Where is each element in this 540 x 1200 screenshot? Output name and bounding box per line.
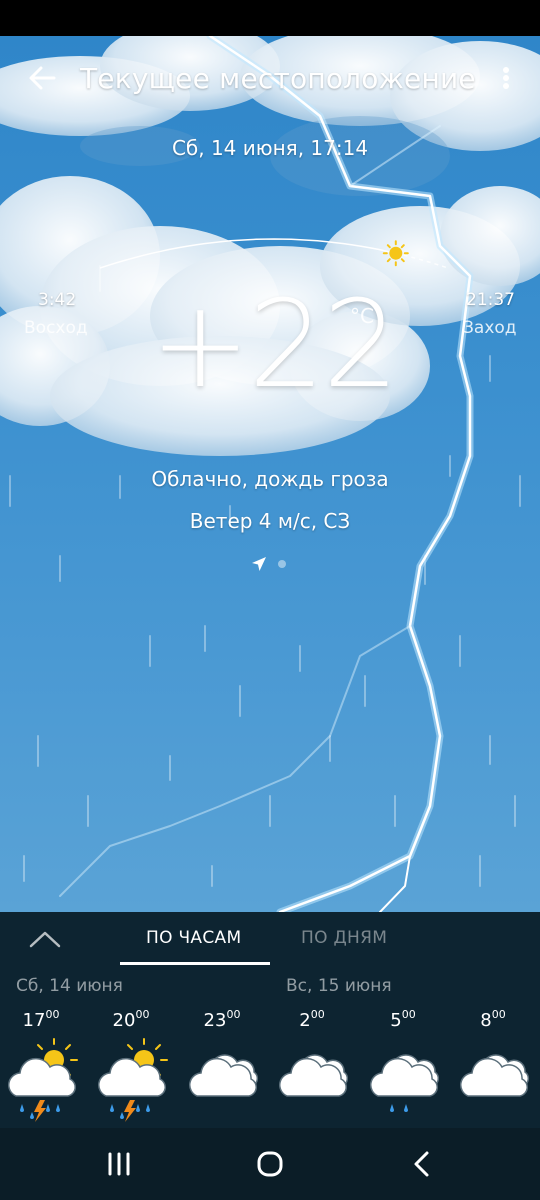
chevron-up-icon[interactable] — [28, 926, 62, 952]
cloudy-icon — [273, 1038, 351, 1116]
sun-icon — [382, 240, 409, 267]
cloud-sun-thunder-rain-icon — [92, 1038, 170, 1122]
cloudy-icon — [454, 1038, 532, 1116]
wind-info: Ветер 4 м/с, СЗ — [189, 509, 351, 533]
more-options-icon[interactable] — [496, 62, 516, 94]
sunrise-label: Восход — [24, 318, 88, 338]
forecast-hour-label: 2000 — [112, 1008, 150, 1031]
location-arrow-icon — [252, 557, 266, 571]
sunrise-time: 3:42 — [38, 290, 77, 310]
forecast-hour-label: 200 — [299, 1008, 325, 1031]
forecast-hour-label: 800 — [480, 1008, 506, 1031]
forecast-hour-label: 1700 — [22, 1008, 60, 1031]
cloud-sun-thunder-rain-icon — [2, 1038, 80, 1122]
weather-condition: Облачно, дождь гроза — [151, 467, 389, 491]
back-icon[interactable] — [410, 1150, 434, 1178]
forecast-panel: ПО ЧАСАМ ПО ДНЯМ Сб, 14 июня Вс, 15 июня… — [0, 912, 540, 1128]
location-title[interactable]: Текущее местоположение — [80, 62, 476, 95]
home-icon[interactable] — [256, 1150, 284, 1178]
page-indicator-dot — [278, 560, 286, 568]
tab-daily[interactable]: ПО ДНЯМ — [301, 928, 387, 948]
back-arrow-icon[interactable] — [24, 60, 60, 96]
forecast-hour-label: 500 — [390, 1008, 416, 1031]
cloud-rain-icon — [364, 1038, 442, 1116]
sunset-label: Заход — [463, 318, 517, 338]
sunset-time: 21:37 — [466, 290, 515, 310]
current-date-time: Сб, 14 июня, 17:14 — [171, 136, 369, 160]
day-label: Сб, 14 июня — [16, 976, 123, 996]
day-label: Вс, 15 июня — [286, 976, 392, 996]
cloudy-icon — [183, 1038, 261, 1116]
system-navigation-bar — [0, 1128, 540, 1200]
forecast-hour-label: 2300 — [203, 1008, 241, 1031]
current-temperature: +22 — [150, 276, 399, 415]
temperature-unit: °C — [350, 304, 374, 328]
tab-hourly[interactable]: ПО ЧАСАМ — [146, 928, 241, 948]
active-tab-indicator — [120, 962, 270, 965]
recents-icon[interactable] — [106, 1152, 132, 1176]
status-bar — [0, 0, 540, 36]
toolbar: Текущее местоположение — [0, 36, 540, 120]
